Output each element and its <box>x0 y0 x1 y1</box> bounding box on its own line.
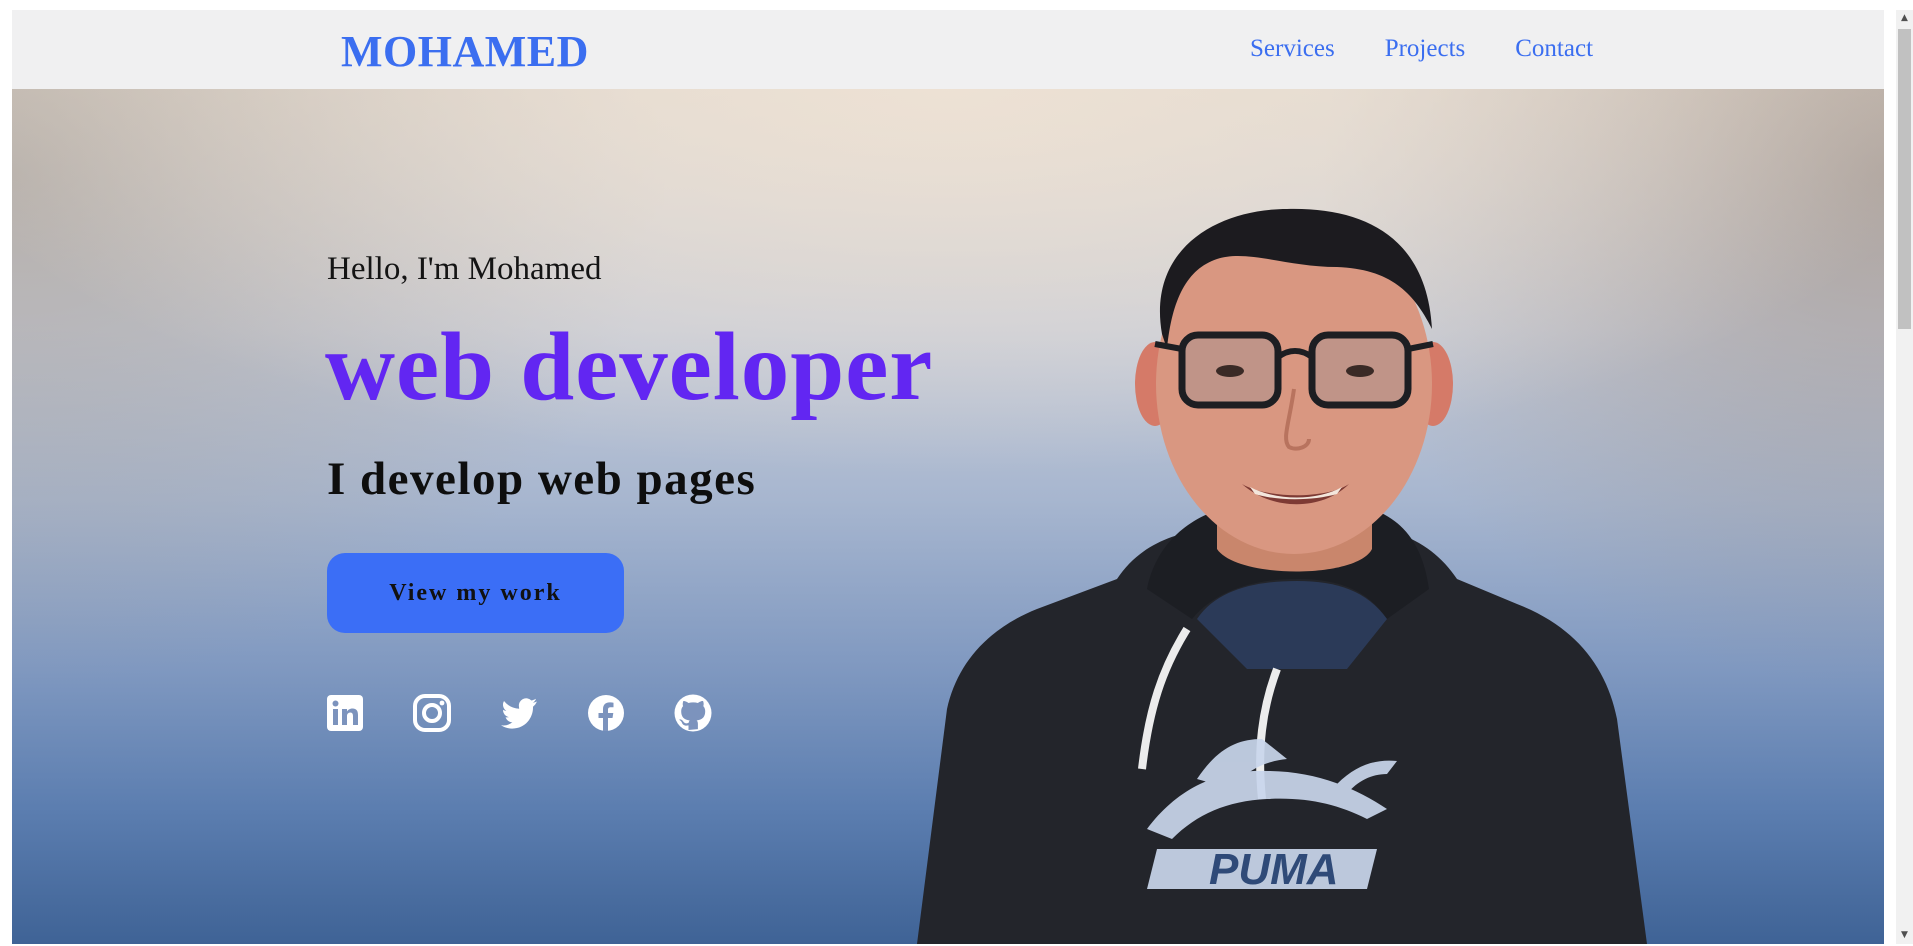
nav-link-projects[interactable]: Projects <box>1385 35 1466 63</box>
facebook-icon[interactable] <box>586 693 626 733</box>
linkedin-icon[interactable] <box>325 693 365 733</box>
portrait-photo: PUMA <box>917 208 1647 944</box>
navbar: MOHAMED Services Projects Contact <box>12 10 1884 89</box>
hero-tagline: I develop web pages <box>327 453 757 505</box>
nav-link-contact[interactable]: Contact <box>1515 35 1593 63</box>
twitter-icon[interactable] <box>499 693 539 733</box>
nav-links: Services Projects Contact <box>1250 35 1593 63</box>
scroll-down-icon[interactable]: ▼ <box>1896 927 1913 944</box>
page-viewport: MOHAMED Services Projects Contact Hello,… <box>12 10 1884 944</box>
hoodie-brand-text: PUMA <box>1209 845 1339 894</box>
vertical-scrollbar[interactable]: ▲ ▼ <box>1896 10 1913 944</box>
hero-role: web developer <box>325 313 934 420</box>
instagram-icon[interactable] <box>412 693 452 733</box>
scrollbar-thumb[interactable] <box>1898 29 1911 329</box>
brand-logo[interactable]: MOHAMED <box>341 26 589 77</box>
view-my-work-button[interactable]: View my work <box>327 553 624 633</box>
nav-link-services[interactable]: Services <box>1250 35 1335 63</box>
scroll-up-icon[interactable]: ▲ <box>1896 10 1913 27</box>
hero-greeting: Hello, I'm Mohamed <box>327 251 602 287</box>
github-icon[interactable] <box>673 693 713 733</box>
hero-section: Hello, I'm Mohamed web developer I devel… <box>12 89 1884 944</box>
social-links <box>325 693 760 733</box>
